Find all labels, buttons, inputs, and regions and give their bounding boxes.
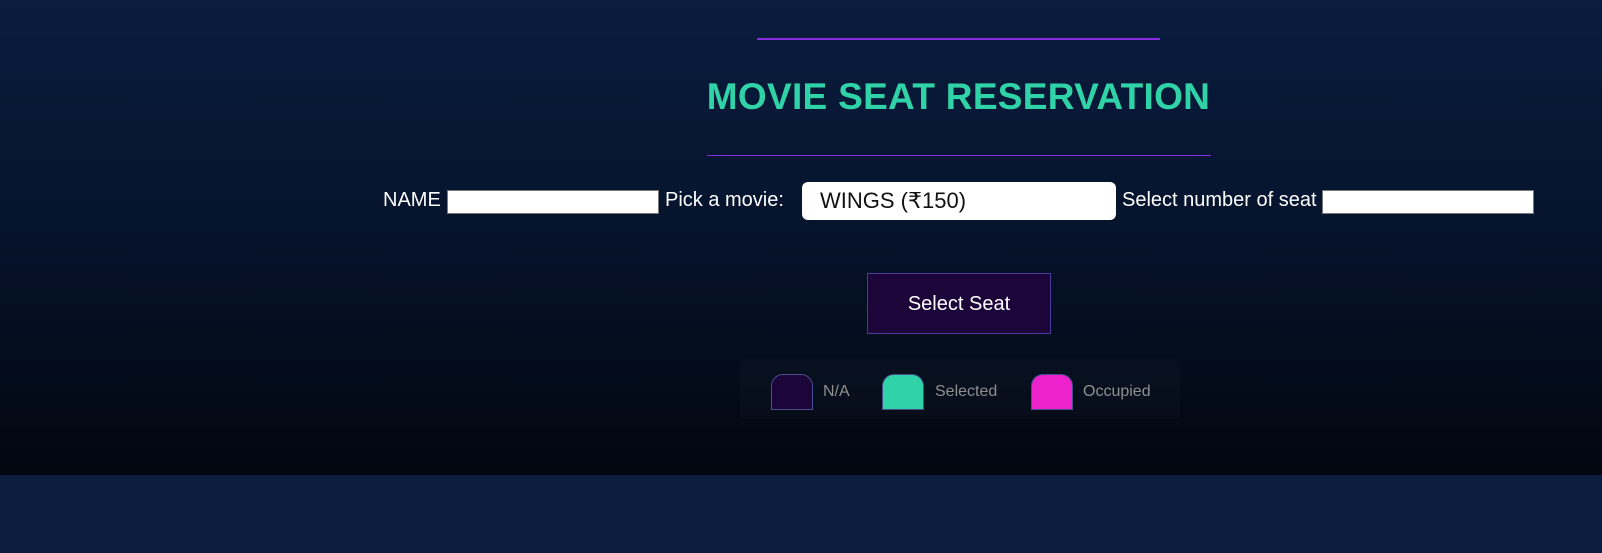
legend-occupied-label: Occupied (1083, 383, 1151, 400)
title-divider (707, 155, 1211, 156)
page-background: MOVIE SEAT RESERVATION NAME Pick a movie… (0, 0, 1602, 475)
name-input[interactable] (447, 190, 659, 214)
select-seat-button[interactable]: Select Seat (867, 273, 1051, 334)
legend-selected-label: Selected (935, 383, 998, 400)
seat-count-label: Select number of seat (1122, 189, 1317, 211)
page-title: MOVIE SEAT RESERVATION (706, 76, 1211, 117)
movie-select[interactable]: WINGS (₹150) (802, 182, 1116, 220)
occupied-seat-icon (1031, 374, 1073, 410)
legend-na-label: N/A (823, 383, 850, 400)
selected-seat-icon (882, 374, 924, 410)
seat-count-input[interactable] (1322, 190, 1534, 214)
movie-label: Pick a movie: (665, 189, 784, 211)
name-label: NAME (383, 189, 441, 211)
seat-legend: N/A Selected Occupied (740, 359, 1180, 419)
na-seat-icon (771, 374, 813, 410)
top-divider (757, 38, 1160, 40)
